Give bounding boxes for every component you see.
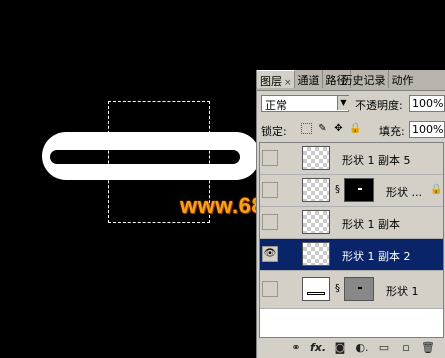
visibility-toggle[interactable] bbox=[262, 182, 278, 198]
lock-move-icon[interactable]: ✥ bbox=[333, 123, 344, 134]
tab-history-label: 历史记录 bbox=[341, 74, 386, 87]
tab-channels-label: 通道 bbox=[297, 74, 320, 87]
layer-name: 形状 ... bbox=[386, 186, 422, 199]
layer-thumbnail bbox=[302, 242, 330, 266]
link-layers-icon[interactable]: ⚭ bbox=[285, 340, 307, 356]
vector-mask-thumbnail[interactable] bbox=[344, 178, 374, 202]
layer-name: 形状 1 副本 5 bbox=[342, 154, 411, 167]
fill-label: 填充: bbox=[379, 125, 405, 138]
layer-name: 形状 1 副本 2 bbox=[342, 250, 411, 263]
close-icon[interactable]: × bbox=[284, 78, 292, 88]
lock-transparent-icon[interactable] bbox=[301, 123, 312, 134]
layers-list: 形状 1 副本 5 § 形状 ... 🔒 形状 1 副本 👁 形状 1 副本 2… bbox=[259, 142, 444, 338]
panel-tabs: 图层 × 通道 路径 历史记录 动作 bbox=[257, 70, 445, 91]
tab-channels[interactable]: 通道 bbox=[295, 70, 323, 88]
lock-icon: 🔒 bbox=[430, 184, 443, 195]
trash-icon[interactable]: 🗑 bbox=[417, 340, 439, 356]
lock-label: 锁定: bbox=[261, 125, 287, 138]
fill-value: 100% bbox=[412, 123, 444, 136]
opacity-input[interactable]: 100% bbox=[409, 95, 445, 112]
tab-layers[interactable]: 图层 × bbox=[257, 70, 295, 88]
new-layer-icon[interactable]: ▫ bbox=[395, 340, 417, 356]
vector-mask-thumbnail[interactable] bbox=[344, 277, 374, 301]
lock-all-icon[interactable]: 🔒 bbox=[349, 123, 361, 134]
add-mask-icon[interactable]: ◙ bbox=[329, 340, 351, 356]
layer-row[interactable]: § 形状 ... 🔒 bbox=[260, 175, 443, 207]
fill-input[interactable]: 100% bbox=[409, 121, 445, 138]
layer-thumbnail bbox=[302, 277, 330, 301]
tab-layers-label: 图层 bbox=[260, 75, 282, 88]
tab-actions-label: 动作 bbox=[391, 74, 414, 87]
tab-history[interactable]: 历史记录 bbox=[342, 70, 389, 88]
chain-link-icon[interactable]: § bbox=[335, 184, 341, 196]
layer-row[interactable]: 形状 1 副本 5 bbox=[260, 143, 443, 175]
visibility-toggle[interactable] bbox=[262, 150, 278, 166]
fx-icon[interactable]: fx. bbox=[307, 340, 329, 356]
blend-mode-value: 正常 bbox=[265, 99, 287, 112]
chain-link-icon[interactable]: § bbox=[335, 283, 341, 295]
adjustment-icon[interactable]: ◐. bbox=[351, 340, 373, 356]
lock-brush-icon[interactable]: ✎ bbox=[317, 123, 328, 134]
chevron-down-icon[interactable]: ▼ bbox=[337, 96, 349, 110]
layers-panel: 图层 × 通道 路径 历史记录 动作 正常 ▼ 不透明度: 100% 锁定: ✎ … bbox=[256, 70, 445, 358]
layer-thumbnail bbox=[302, 178, 330, 202]
layer-row-selected[interactable]: 👁 形状 1 副本 2 bbox=[260, 239, 443, 271]
visibility-toggle[interactable] bbox=[262, 214, 278, 230]
layer-name: 形状 1 bbox=[386, 285, 419, 298]
panel-footer: ⚭ fx. ◙ ◐. ▭ ▫ 🗑 bbox=[257, 338, 445, 358]
tab-actions[interactable]: 动作 bbox=[389, 70, 416, 88]
layer-name: 形状 1 副本 bbox=[342, 218, 400, 231]
new-group-icon[interactable]: ▭ bbox=[373, 340, 395, 356]
opacity-label: 不透明度: bbox=[355, 99, 403, 112]
layer-row[interactable]: 形状 1 副本 bbox=[260, 207, 443, 239]
opacity-value: 100% bbox=[412, 97, 444, 110]
blend-mode-select[interactable]: 正常 bbox=[261, 95, 349, 112]
layer-thumbnail bbox=[302, 210, 330, 234]
eye-icon[interactable]: 👁 bbox=[262, 246, 278, 262]
layer-thumbnail bbox=[302, 146, 330, 170]
layer-row[interactable]: § 形状 1 bbox=[260, 271, 443, 309]
visibility-toggle[interactable] bbox=[262, 281, 278, 297]
